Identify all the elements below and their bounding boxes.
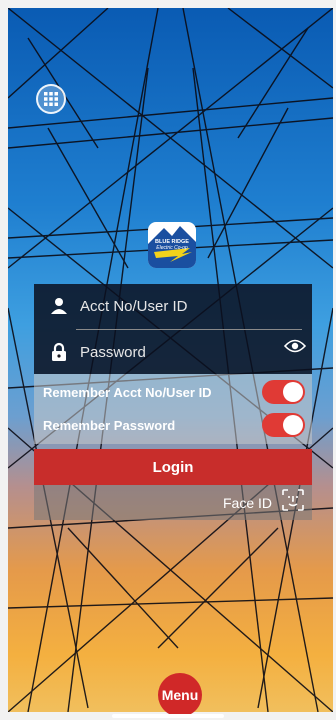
remember-password-row: Remember Password bbox=[34, 410, 312, 440]
logo-mark: BLUE RIDGE Electric Co-op bbox=[148, 226, 196, 268]
password-field[interactable]: Password bbox=[34, 330, 312, 374]
face-id-label: Face ID bbox=[222, 494, 272, 511]
remember-account-row: Remember Acct No/User ID bbox=[34, 377, 312, 407]
account-placeholder: Acct No/User ID bbox=[80, 297, 188, 315]
lock-icon bbox=[46, 342, 72, 362]
remember-account-toggle[interactable] bbox=[262, 380, 305, 404]
login-button[interactable]: Login bbox=[34, 449, 312, 485]
user-icon bbox=[46, 297, 72, 315]
eye-icon[interactable] bbox=[283, 339, 307, 358]
screen-frame: BLUE RIDGE Electric Co-op Acct No/User I… bbox=[0, 0, 336, 720]
logo-line2: Electric Co-op bbox=[156, 245, 188, 251]
remember-account-label: Remember Acct No/User ID bbox=[43, 384, 212, 400]
password-placeholder: Password bbox=[80, 343, 146, 361]
remember-password-toggle[interactable] bbox=[262, 413, 305, 437]
credentials-fields: Acct No/User ID Password bbox=[34, 284, 312, 374]
login-panel: Acct No/User ID Password Remember Acct N… bbox=[34, 284, 312, 520]
toggle-knob bbox=[283, 382, 303, 402]
remember-options: Remember Acct No/User ID Remember Passwo… bbox=[34, 374, 312, 444]
toggle-knob bbox=[283, 415, 303, 435]
remember-password-label: Remember Password bbox=[43, 417, 176, 433]
home-indicator bbox=[112, 714, 224, 718]
account-field[interactable]: Acct No/User ID bbox=[34, 284, 312, 328]
menu-button[interactable]: Menu bbox=[158, 673, 202, 717]
face-id-button[interactable]: Face ID bbox=[34, 485, 312, 520]
face-id-icon bbox=[282, 489, 304, 516]
apps-grid-button[interactable] bbox=[36, 84, 66, 114]
company-logo: BLUE RIDGE Electric Co-op bbox=[148, 222, 196, 268]
apps-grid-icon bbox=[44, 92, 58, 106]
